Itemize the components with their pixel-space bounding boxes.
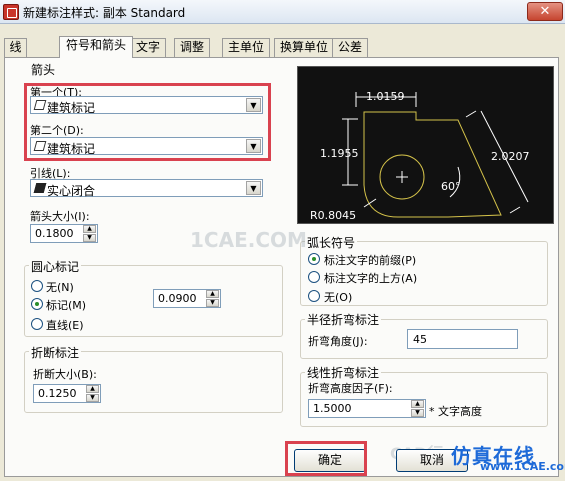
window-title: 新建标注样式: 副本 Standard — [23, 6, 186, 20]
spin-up-icon[interactable]: ▲ — [206, 290, 219, 298]
closed-filled-arrow-icon — [33, 183, 47, 193]
arc-above-radio[interactable] — [308, 271, 320, 283]
arc-prefix-radio[interactable] — [308, 253, 320, 265]
app-icon — [3, 4, 19, 20]
arrow-size-input[interactable]: 0.1800 ▲ ▼ — [30, 224, 98, 243]
tab-fit[interactable]: 调整 — [174, 38, 210, 57]
tab-symbols-arrows[interactable]: 符号和箭头 — [59, 36, 133, 58]
tab-tolerances[interactable]: 公差 — [332, 38, 368, 57]
center-mark-size-value: 0.0900 — [158, 292, 197, 305]
center-mark-size-input[interactable]: 0.0900 ▲ ▼ — [153, 289, 221, 308]
leader-value: 实心闭合 — [47, 184, 96, 198]
tab-primary-units[interactable]: 主单位 — [222, 38, 270, 57]
jog-height-value: 1.5000 — [313, 402, 352, 415]
preview-dim-radius: R0.8045 — [310, 209, 356, 222]
arrow-size-value: 0.1800 — [35, 227, 74, 240]
jog-angle-value: 45 — [413, 333, 427, 346]
text-height-suffix: * 文字高度 — [429, 405, 482, 418]
arrowheads-title: 箭头 — [31, 63, 56, 77]
preview-drawing: 1.0159 1.1955 2.0207 60° R0.8045 — [310, 90, 530, 222]
spin-down-icon[interactable]: ▼ — [206, 299, 219, 307]
jog-height-label: 折弯高度因子(F): — [308, 382, 393, 395]
preview-dim-top: 1.0159 — [366, 90, 405, 103]
arc-prefix-label: 标注文字的前缀(P) — [324, 254, 417, 267]
arrow-size-label: 箭头大小(I): — [30, 210, 90, 223]
center-none-radio[interactable] — [31, 280, 43, 292]
center-mark-radio[interactable] — [31, 298, 43, 310]
watermark-center: 1CAE.COM — [190, 228, 307, 252]
center-mark-label: 标记(M) — [46, 299, 87, 312]
preview-dim-angle: 60° — [441, 180, 461, 193]
chevron-down-icon[interactable]: ▼ — [246, 181, 261, 195]
arc-none-radio[interactable] — [308, 290, 320, 302]
break-size-label: 折断大小(B): — [33, 368, 97, 381]
preview-dim-left: 1.1955 — [320, 147, 359, 160]
spin-up-icon[interactable]: ▲ — [411, 400, 424, 408]
center-none-label: 无(N) — [46, 281, 74, 294]
arc-none-label: 无(O) — [324, 291, 353, 304]
tab-lines[interactable]: 线 — [4, 38, 27, 57]
tab-alternate-units[interactable]: 换算单位 — [274, 38, 334, 57]
highlight-box — [24, 83, 271, 161]
brand-url: www.1CAE.com — [480, 460, 565, 473]
radius-jog-title: 半径折弯标注 — [305, 311, 382, 328]
highlight-box — [285, 441, 367, 476]
spin-down-icon[interactable]: ▼ — [86, 394, 99, 402]
arc-length-title: 弧长符号 — [305, 234, 358, 251]
preview-panel: 1.0159 1.1955 2.0207 60° R0.8045 — [297, 66, 554, 224]
spin-down-icon[interactable]: ▼ — [83, 234, 96, 242]
break-size-value: 0.1250 — [38, 387, 77, 400]
dimension-break-title: 折断标注 — [29, 344, 82, 361]
spin-down-icon[interactable]: ▼ — [411, 409, 424, 417]
spin-up-icon[interactable]: ▲ — [86, 385, 99, 393]
jog-angle-label: 折弯角度(J): — [308, 335, 368, 348]
spin-up-icon[interactable]: ▲ — [83, 225, 96, 233]
close-button[interactable]: ✕ — [527, 2, 563, 21]
tab-text[interactable]: 文字 — [130, 38, 166, 57]
title-bar: 新建标注样式: 副本 Standard ✕ — [0, 0, 565, 24]
jog-height-input[interactable]: 1.5000 ▲ ▼ — [308, 399, 426, 418]
preview-dim-right: 2.0207 — [491, 150, 530, 163]
center-line-radio[interactable] — [31, 318, 43, 330]
linear-jog-title: 线性折弯标注 — [305, 364, 382, 381]
break-size-input[interactable]: 0.1250 ▲ ▼ — [33, 384, 101, 403]
center-marks-title: 圆心标记 — [29, 258, 82, 275]
center-line-label: 直线(E) — [46, 319, 84, 332]
jog-angle-input[interactable]: 45 — [407, 329, 518, 349]
arc-above-label: 标注文字的上方(A) — [324, 272, 418, 285]
leader-select[interactable]: 实心闭合 ▼ — [30, 179, 263, 198]
